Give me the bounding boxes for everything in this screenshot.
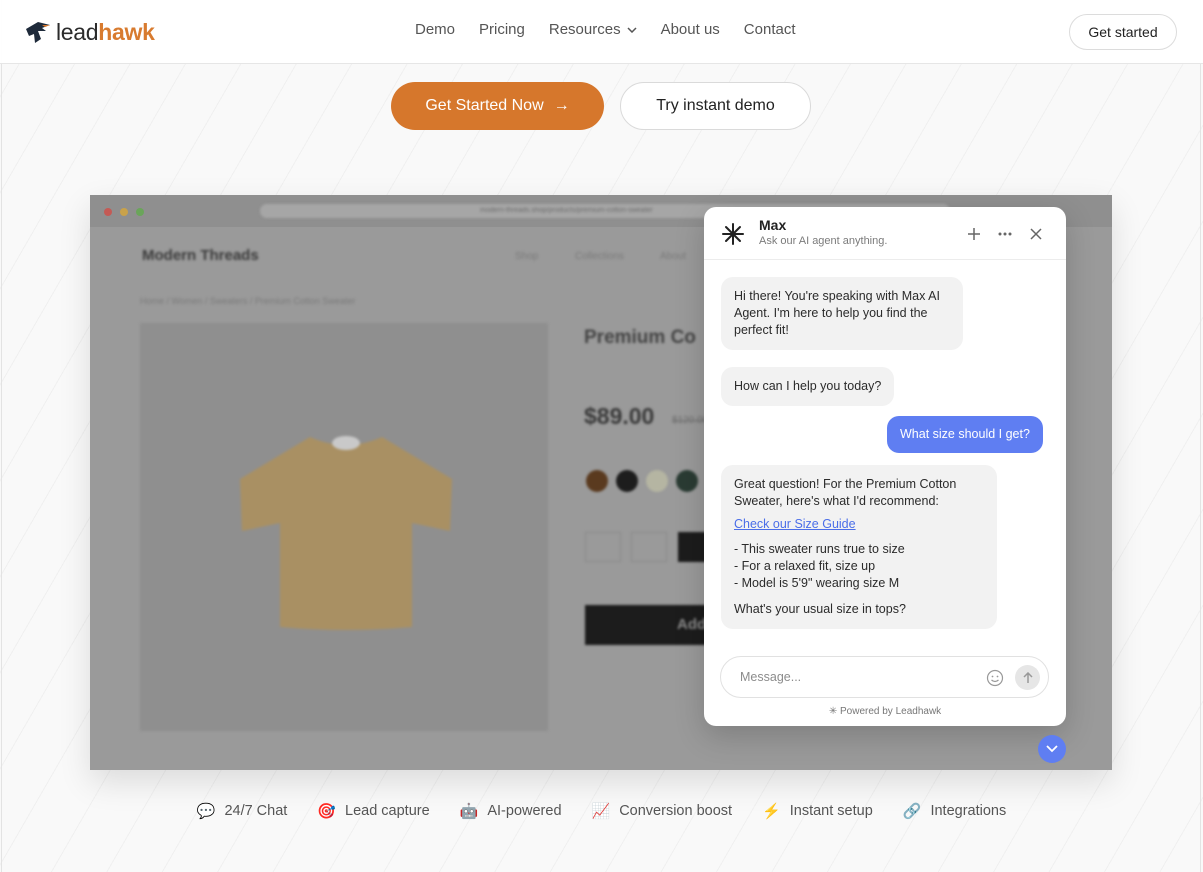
- nav-resources-label: Resources: [548, 21, 621, 38]
- lightning-icon: ⚡: [762, 803, 781, 820]
- feature-strip: 💬 24/7 Chat 🎯 Lead capture 🤖 AI-powered …: [0, 802, 1203, 820]
- get-started-now-button[interactable]: Get Started Now →: [391, 82, 604, 130]
- chevron-down-icon: [1046, 745, 1058, 753]
- nav-resources[interactable]: Resources: [549, 21, 637, 38]
- hawk-logo-icon: [26, 22, 50, 43]
- chat-header: Max Ask our AI agent anything.: [704, 207, 1066, 260]
- product-price: $89.00: [584, 403, 655, 429]
- recommendation-question: What's your usual size in tops?: [734, 602, 906, 616]
- speech-bubble-icon: 💬: [196, 803, 216, 820]
- get-started-button[interactable]: Get started: [1069, 14, 1177, 50]
- feature-label: Lead capture: [345, 803, 430, 819]
- powered-by-label: Powered by Leadhawk: [839, 706, 942, 717]
- try-instant-demo-button[interactable]: Try instant demo: [620, 82, 811, 130]
- chart-up-icon: 📈: [591, 803, 611, 820]
- store-nav-about: About: [660, 251, 687, 262]
- swatch-black: [616, 470, 638, 492]
- main-nav: Demo Pricing Resources About us Contact: [415, 21, 820, 38]
- close-dot-icon: [104, 208, 112, 216]
- robot-icon: 🤖: [459, 803, 479, 820]
- feature-item: 📈 Conversion boost: [592, 802, 733, 820]
- message-placeholder: Message...: [740, 670, 802, 684]
- swatch-brown: [586, 470, 608, 492]
- emoji-icon[interactable]: [986, 669, 1004, 687]
- agent-subtitle: Ask our AI agent anything.: [759, 235, 888, 247]
- chevron-down-icon: [627, 26, 637, 33]
- store-name: Modern Threads: [142, 247, 259, 264]
- asterisk-agent-icon: [722, 223, 744, 245]
- bot-message-help: How can I help you today?: [721, 367, 895, 406]
- store-nav-collections: Collections: [575, 251, 624, 262]
- agent-name: Max: [759, 217, 787, 233]
- link-icon: 🔗: [902, 803, 922, 820]
- product-old-price: $120.00: [672, 415, 709, 426]
- recommendation-item: - For a relaxed fit, size up: [734, 559, 876, 573]
- nav-contact[interactable]: Contact: [744, 21, 796, 38]
- chat-widget: Max Ask our AI agent anything. Hi there!…: [704, 207, 1066, 726]
- send-button[interactable]: [1015, 665, 1040, 690]
- message-input[interactable]: Message...: [720, 656, 1049, 698]
- feature-label: AI-powered: [487, 803, 562, 819]
- feature-item: ⚡ Instant setup: [762, 802, 873, 820]
- product-title: Premium Co: [584, 327, 696, 348]
- tshirt-image-icon: [240, 436, 452, 630]
- size-option: [631, 532, 667, 562]
- feature-label: Conversion boost: [619, 803, 733, 819]
- swatch-cream: [646, 470, 668, 492]
- feature-label: 24/7 Chat: [224, 803, 288, 819]
- nav-demo[interactable]: Demo: [415, 21, 455, 38]
- new-chat-plus-icon[interactable]: [965, 225, 983, 243]
- feature-label: Integrations: [930, 803, 1007, 819]
- target-icon: 🎯: [317, 803, 337, 820]
- arrow-right-icon: →: [553, 97, 570, 114]
- size-guide-link[interactable]: Check our Size Guide: [734, 516, 984, 533]
- add-to-cart-label: Add: [677, 616, 707, 633]
- more-options-icon[interactable]: [996, 225, 1014, 243]
- user-message: What size should I get?: [887, 416, 1043, 453]
- product-image: [140, 323, 548, 731]
- bot-message-greeting: Hi there! You're speaking with Max AI Ag…: [721, 277, 963, 350]
- scroll-down-button[interactable]: [1038, 735, 1066, 763]
- minimize-dot-icon: [120, 208, 128, 216]
- small-asterisk-icon: ✳: [828, 706, 838, 717]
- feature-item: 🔗 Integrations: [903, 802, 1006, 820]
- powered-by-footer: ✳ Powered by Leadhawk: [704, 706, 1066, 717]
- store-breadcrumb: Home / Women / Sweaters / Premium Cotton…: [140, 296, 356, 306]
- feature-item: 💬 24/7 Chat: [197, 802, 288, 820]
- recommendation-item: - This sweater runs true to size: [734, 542, 905, 556]
- feature-item: 🤖 AI-powered: [460, 802, 562, 820]
- page-border-left: [1, 0, 2, 872]
- leadhawk-logo[interactable]: leadhawk: [24, 18, 155, 46]
- close-icon[interactable]: [1027, 225, 1045, 243]
- nav-pricing[interactable]: Pricing: [479, 21, 525, 38]
- feature-label: Instant setup: [789, 803, 873, 819]
- bot-message-recommendation: Great question! For the Premium Cotton S…: [721, 465, 997, 629]
- nav-about-us[interactable]: About us: [661, 21, 720, 38]
- store-nav-shop: Shop: [515, 251, 539, 262]
- feature-item: 🎯 Lead capture: [317, 802, 429, 820]
- get-started-now-label: Get Started Now: [425, 97, 544, 114]
- page-border-right: [1200, 0, 1201, 872]
- logo-wordmark: leadhawk: [56, 18, 155, 45]
- maximize-dot-icon: [136, 208, 144, 216]
- top-navbar: leadhawk Demo Pricing Resources About us…: [0, 0, 1203, 64]
- arrow-up-icon: [1022, 671, 1033, 683]
- url-text: modern-threads.shop/products/premium-cot…: [480, 207, 653, 214]
- recommendation-item: - Model is 5'9" wearing size M: [734, 576, 900, 590]
- size-option: [585, 532, 621, 562]
- recommendation-intro: Great question! For the Premium Cotton S…: [734, 477, 957, 508]
- swatch-green: [676, 470, 698, 492]
